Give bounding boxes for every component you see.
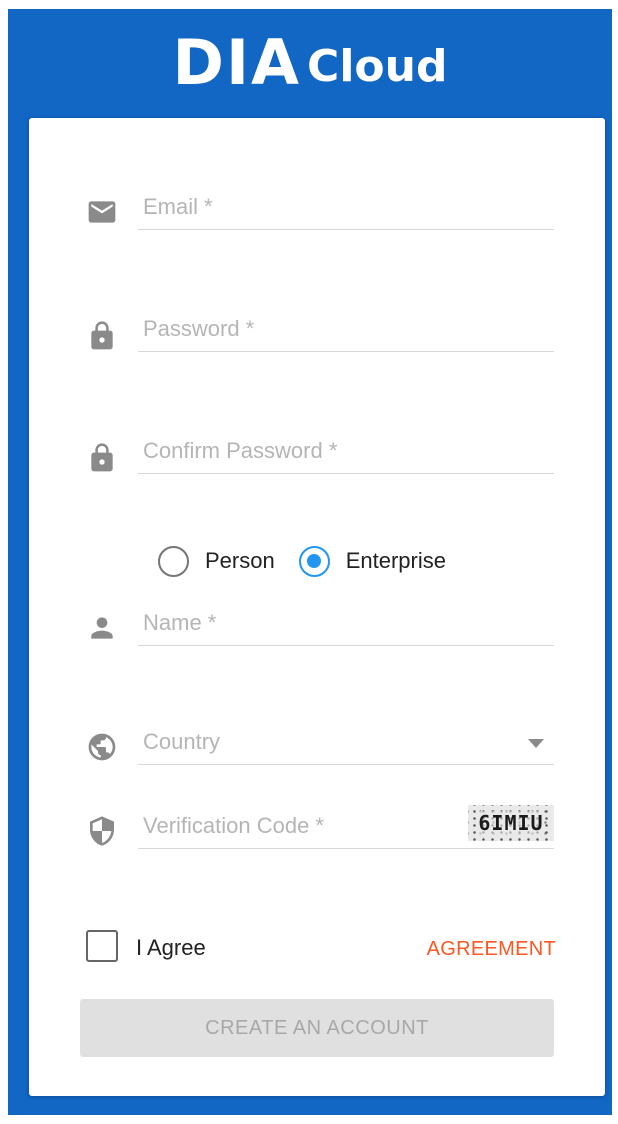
confirm-password-field-wrapper	[138, 428, 554, 474]
confirm-password-row	[29, 424, 605, 484]
email-input[interactable]	[138, 184, 554, 224]
create-account-button[interactable]: CREATE AN ACCOUNT	[80, 999, 554, 1057]
lock-icon	[86, 442, 118, 474]
name-row	[29, 596, 605, 656]
logo-cloud: Cloud	[307, 41, 448, 92]
name-input[interactable]	[138, 600, 554, 640]
captcha-text: 6IMIU	[478, 811, 544, 835]
country-input[interactable]	[138, 719, 554, 759]
page-background: DIA Cloud Email * Person Enterprise Name…	[8, 9, 612, 1115]
logo-dia: DIA	[172, 26, 302, 99]
lock-icon	[86, 320, 118, 352]
email-field-wrapper	[138, 184, 554, 230]
account-type-radio-group: Person Enterprise	[158, 541, 446, 581]
register-card: Person Enterprise	[29, 118, 605, 1096]
agree-label: I Agree	[136, 935, 206, 960]
country-select[interactable]	[138, 719, 554, 765]
radio-enterprise-circle[interactable]	[298, 545, 330, 577]
email-row	[29, 180, 605, 240]
email-icon	[86, 196, 118, 228]
agree-row: I Agree AGREEMENT	[86, 926, 556, 966]
agree-checkbox[interactable]	[86, 930, 118, 962]
radio-person-circle[interactable]	[158, 545, 189, 577]
country-row	[29, 719, 605, 779]
radio-enterprise-label: Enterprise	[345, 548, 446, 573]
agreement-link[interactable]: AGREEMENT	[427, 938, 556, 961]
confirm-password-input[interactable]	[138, 428, 554, 468]
radio-person[interactable]: Person	[158, 545, 275, 577]
verification-row: 6IMIU	[29, 799, 605, 859]
radio-enterprise[interactable]: Enterprise	[298, 545, 446, 577]
captcha-image[interactable]: 6IMIU	[468, 805, 554, 841]
dia-cloud-logo: DIA Cloud	[8, 23, 612, 99]
chevron-down-icon[interactable]	[528, 739, 544, 748]
password-row	[29, 302, 605, 362]
verification-code-input[interactable]	[138, 803, 458, 843]
person-icon	[86, 612, 118, 644]
name-field-wrapper	[138, 600, 554, 646]
shield-icon	[86, 815, 118, 847]
globe-icon	[86, 731, 118, 763]
radio-person-label: Person	[205, 548, 275, 573]
password-input[interactable]	[138, 306, 554, 346]
verification-field-wrapper: 6IMIU	[138, 803, 554, 849]
password-field-wrapper	[138, 306, 554, 352]
